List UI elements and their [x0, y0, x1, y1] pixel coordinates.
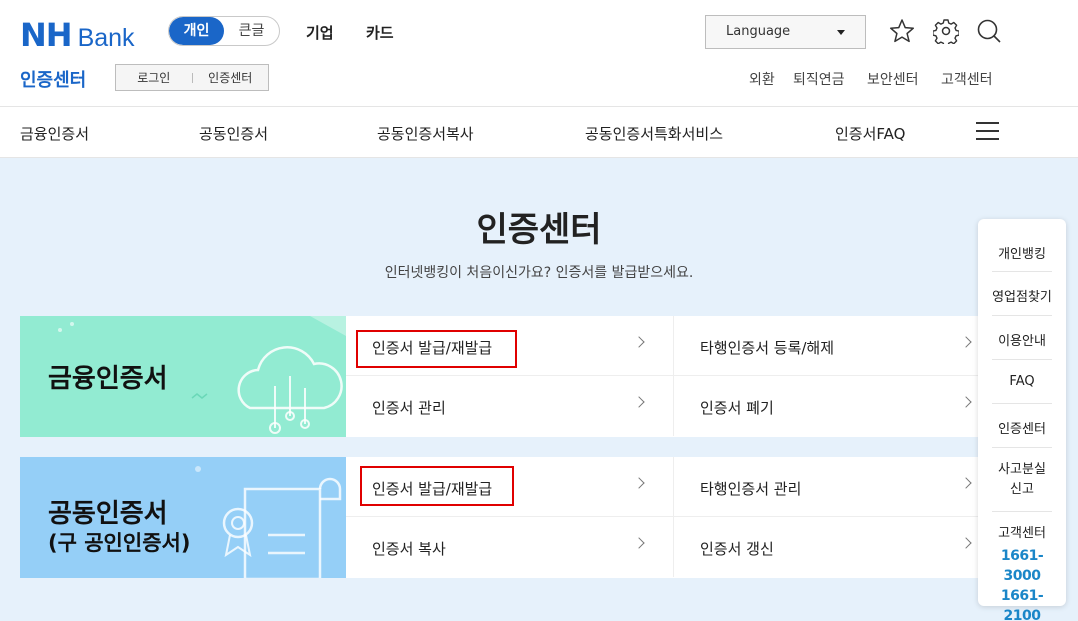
mode-toggle: 개인 큰글: [168, 16, 280, 46]
nav-item-cert-copy[interactable]: 공동인증서복사: [377, 123, 474, 144]
cert-center-button[interactable]: 인증센터: [193, 69, 269, 86]
star-icon[interactable]: [889, 18, 915, 44]
util-link-forex[interactable]: 외환: [749, 69, 775, 89]
financial-cert-banner: 금융인증서: [20, 316, 346, 437]
nh-bank-logo[interactable]: NH Bank: [20, 16, 135, 54]
chevron-right-icon: [633, 537, 645, 549]
joint-cert-banner: 공동인증서 (구 공인인증서): [20, 457, 346, 578]
other-bank-manage-link[interactable]: 타행인증서 관리: [673, 457, 1000, 517]
loss-report-line2: 신고: [1010, 482, 1034, 497]
chevron-right-icon: [633, 477, 645, 489]
nav-item-financial-cert[interactable]: 금융인증서: [20, 123, 89, 144]
highlight-box: [360, 466, 514, 506]
util-link-pension[interactable]: 퇴직연금: [793, 69, 845, 89]
customer-center-label: 고객센터: [998, 526, 1046, 541]
util-link-security[interactable]: 보안센터: [867, 69, 919, 89]
financial-cert-title: 금융인증서: [48, 364, 168, 394]
joint-cert-title: 공동인증서: [48, 499, 168, 529]
util-link-customer[interactable]: 고객센터: [941, 69, 993, 89]
other-bank-register-link[interactable]: 타행인증서 등록/해제: [673, 316, 1000, 376]
quick-faq[interactable]: FAQ: [992, 360, 1052, 404]
cert-copy-link[interactable]: 인증서 복사: [346, 517, 673, 577]
nav-item-cert-faq[interactable]: 인증서FAQ: [835, 123, 905, 144]
cert-copy-label: 인증서 복사: [372, 540, 446, 558]
card-link[interactable]: 카드: [366, 22, 394, 43]
page-title: 인증센터: [476, 210, 602, 250]
other-bank-manage-label: 타행인증서 관리: [700, 480, 802, 498]
quick-branch-finder[interactable]: 영업점찾기: [992, 272, 1052, 316]
page-subtitle: 인터넷뱅킹이 처음이신가요? 인증서를 발급받으세요.: [384, 265, 694, 281]
cert-renew-link[interactable]: 인증서 갱신: [673, 517, 1000, 577]
quick-menu: 개인뱅킹 영업점찾기 이용안내 FAQ 인증센터 사고분실 신고 고객센터 16…: [978, 219, 1066, 621]
main-nav: 금융인증서 공동인증서 공동인증서복사 공동인증서특화서비스 인증서FAQ: [0, 106, 1078, 158]
other-bank-register-label: 타행인증서 등록/해제: [700, 339, 835, 357]
chevron-right-icon: [960, 396, 972, 408]
quick-cert-center[interactable]: 인증센터: [992, 404, 1052, 448]
joint-cert-card: 공동인증서 (구 공인인증서) 인증서 발급/재발급 타행인증서 관리 인증서 …: [20, 457, 1000, 578]
logo-nh-text: NH: [20, 16, 73, 54]
cert-renew-label: 인증서 갱신: [700, 540, 774, 558]
chevron-right-icon: [960, 477, 972, 489]
chevron-right-icon: [960, 336, 972, 348]
sub-button-group: 로그인 인증센터: [115, 64, 269, 91]
search-icon[interactable]: [976, 18, 1002, 44]
cert-manage-link[interactable]: 인증서 관리: [346, 376, 673, 436]
customer-tel-2[interactable]: 1661-2100: [992, 586, 1052, 621]
highlight-box: [356, 330, 517, 368]
customer-tel-1[interactable]: 1661-3000: [992, 546, 1052, 586]
language-select[interactable]: Language: [705, 15, 866, 49]
business-link[interactable]: 기업: [306, 22, 334, 43]
caret-down-icon: [837, 30, 845, 35]
mode-personal-button[interactable]: 개인: [169, 17, 224, 45]
nav-item-joint-cert[interactable]: 공동인증서: [199, 123, 268, 144]
mode-bigtext-button[interactable]: 큰글: [224, 17, 279, 45]
financial-cert-card: 금융인증서 인증서 발급/재발급 타행인증서 등록/해제 인증서 관리 인증서 …: [20, 316, 1000, 437]
cert-revoke-label: 인증서 폐기: [700, 399, 774, 417]
gear-icon[interactable]: [933, 18, 959, 44]
cert-revoke-link[interactable]: 인증서 폐기: [673, 376, 1000, 436]
hamburger-icon[interactable]: [976, 122, 999, 142]
quick-customer-center[interactable]: 고객센터 1661-3000 1661-2100: [992, 512, 1052, 621]
content-area: 인증센터 인터넷뱅킹이 처음이신가요? 인증서를 발급받으세요. 금융인증서 인…: [0, 158, 1078, 621]
quick-loss-report[interactable]: 사고분실 신고: [992, 448, 1052, 512]
chevron-right-icon: [633, 396, 645, 408]
page-section-title[interactable]: 인증센터: [20, 66, 86, 92]
language-label: Language: [726, 24, 791, 39]
login-button[interactable]: 로그인: [116, 69, 192, 86]
logo-bank-text: Bank: [77, 24, 135, 52]
joint-cert-subtitle: (구 공인인증서): [48, 531, 191, 555]
chevron-right-icon: [633, 336, 645, 348]
loss-report-line1: 사고분실: [998, 462, 1046, 477]
quick-personal-banking[interactable]: 개인뱅킹: [992, 231, 1052, 272]
nav-item-cert-special[interactable]: 공동인증서특화서비스: [585, 123, 723, 144]
header: NH Bank 개인 큰글 기업 카드 Language: [0, 0, 1078, 64]
cert-manage-label: 인증서 관리: [372, 399, 446, 417]
chevron-right-icon: [960, 537, 972, 549]
quick-usage-guide[interactable]: 이용안내: [992, 316, 1052, 360]
